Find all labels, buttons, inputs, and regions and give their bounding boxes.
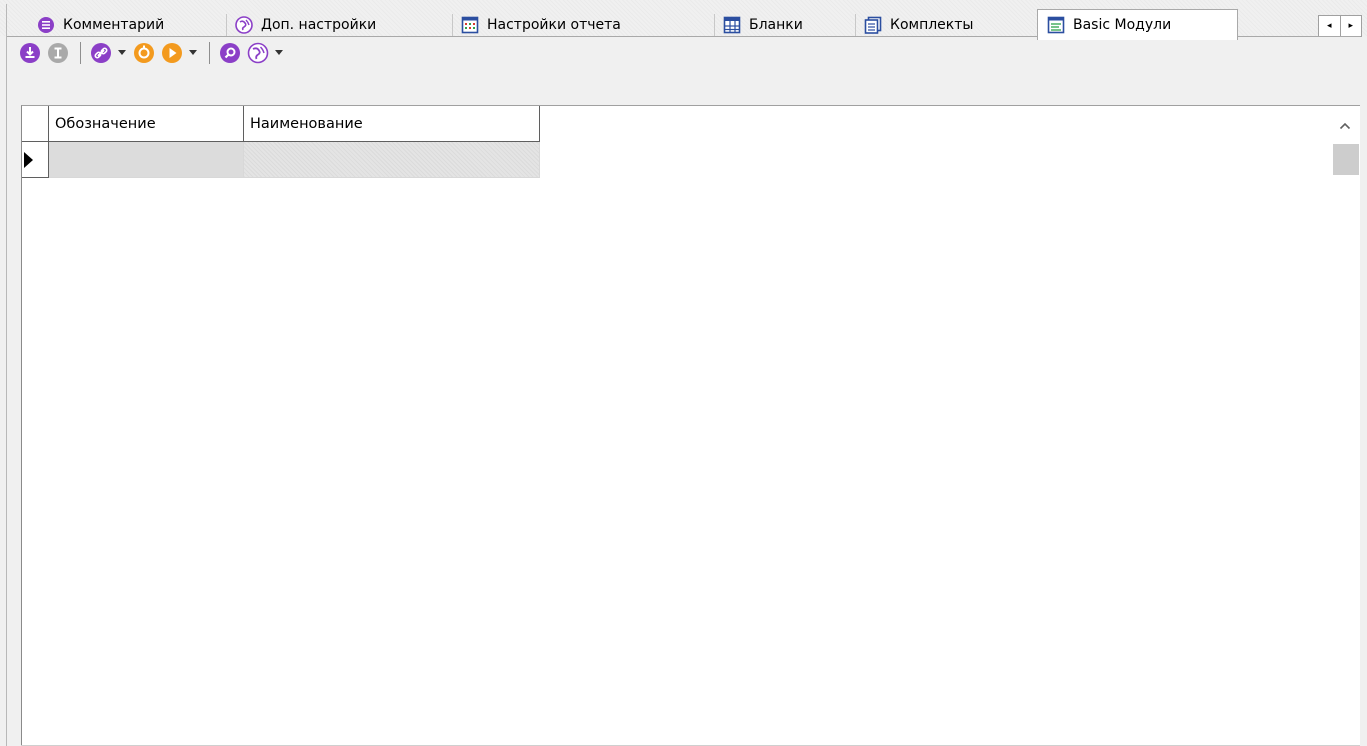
- tab-label: Комплекты: [890, 17, 974, 33]
- row-indicator-header: [22, 106, 49, 142]
- tab-scroll-right-button[interactable]: ▸: [1341, 16, 1362, 36]
- tab-forms[interactable]: Бланки: [715, 14, 856, 36]
- search-icon: [220, 42, 240, 63]
- search-button[interactable]: [218, 41, 242, 65]
- run-dropdown-arrow[interactable]: [188, 41, 197, 65]
- table-grid-icon: [723, 16, 741, 34]
- scroll-thumb[interactable]: [1333, 144, 1359, 175]
- cell-name[interactable]: [244, 142, 540, 178]
- refresh-button[interactable]: [132, 41, 156, 65]
- globe-dropdown-arrow[interactable]: [274, 41, 283, 65]
- toolbar: [7, 36, 1360, 68]
- chevron-up-icon: [1339, 122, 1350, 130]
- tab-label: Комментарий: [63, 17, 165, 33]
- table-row[interactable]: [22, 142, 540, 178]
- tab-label: Настройки отчета: [487, 17, 621, 33]
- grid-header: Обозначение Наименование: [22, 106, 540, 142]
- scroll-up-button[interactable]: [1329, 116, 1360, 136]
- text-cursor-icon: [48, 42, 68, 63]
- download-icon: [20, 42, 40, 63]
- cell-designation[interactable]: [49, 142, 244, 178]
- column-header-designation[interactable]: Обозначение: [49, 106, 244, 142]
- tab-basic-modules[interactable]: Basic Модули: [1037, 9, 1238, 40]
- tab-scroll-left-button[interactable]: ◂: [1319, 16, 1341, 36]
- basic-module-icon: [1047, 16, 1065, 34]
- current-row-arrow-icon: [24, 151, 33, 168]
- tab-comment[interactable]: Комментарий: [29, 14, 227, 36]
- tab-scroll-buttons: ◂ ▸: [1318, 15, 1362, 37]
- left-frame: [7, 68, 21, 746]
- tab-label: Basic Модули: [1073, 17, 1172, 33]
- toolbar-separator: [80, 41, 81, 64]
- tab-report-settings[interactable]: Настройки отчета: [453, 14, 715, 36]
- link-button[interactable]: [89, 41, 113, 65]
- row-indicator: [22, 142, 49, 178]
- comment-icon: [38, 17, 54, 33]
- globe-button[interactable]: [246, 41, 270, 65]
- link-dropdown-arrow[interactable]: [117, 41, 126, 65]
- column-header-name[interactable]: Наименование: [244, 106, 540, 142]
- tab-strip: Комментарий Доп. настройки Настройки отч…: [0, 0, 1367, 746]
- vertical-scrollbar[interactable]: [1329, 106, 1360, 746]
- report-settings-icon: [461, 16, 479, 34]
- text-button[interactable]: [46, 41, 70, 65]
- tab-label: Бланки: [749, 17, 803, 33]
- play-icon: [162, 42, 182, 63]
- documents-set-icon: [864, 16, 882, 34]
- refresh-icon: [134, 42, 154, 63]
- globe-settings-icon: [235, 16, 253, 34]
- link-icon: [91, 42, 111, 63]
- download-button[interactable]: [18, 41, 42, 65]
- toolbar-separator: [209, 41, 210, 64]
- run-button[interactable]: [160, 41, 184, 65]
- globe-icon: [247, 42, 269, 63]
- tab-sets[interactable]: Комплекты: [856, 14, 1038, 36]
- tab-label: Доп. настройки: [261, 17, 377, 33]
- tab-additional-settings[interactable]: Доп. настройки: [227, 14, 453, 36]
- data-grid: Обозначение Наименование: [21, 105, 1360, 746]
